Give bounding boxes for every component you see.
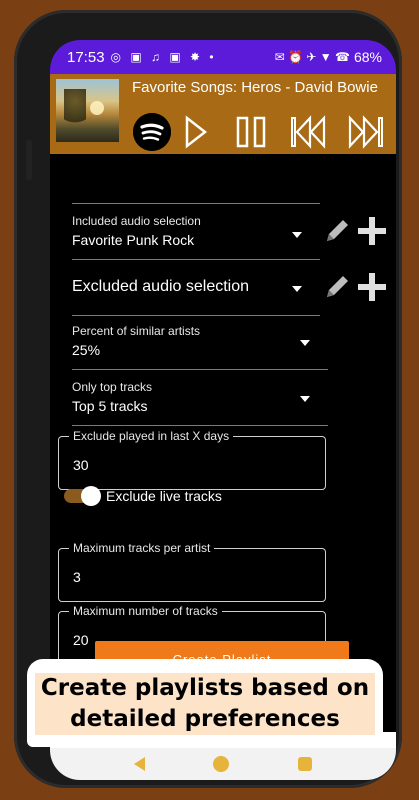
exclude-played-field[interactable]: Exclude played in last X days 30 xyxy=(58,429,326,490)
system-nav-bar xyxy=(50,748,396,780)
max-per-artist-field[interactable]: Maximum tracks per artist 3 xyxy=(58,541,326,602)
add-icon[interactable] xyxy=(357,216,387,251)
notification-icons: ◎ ▣ ♫ ▣ ✸ • xyxy=(110,50,217,64)
excluded-audio-select[interactable]: Excluded audio selection xyxy=(72,274,320,316)
included-audio-tools xyxy=(323,216,387,251)
side-button xyxy=(26,140,32,180)
pencil-icon[interactable] xyxy=(323,217,351,250)
status-time: 17:53 xyxy=(67,48,105,66)
exclude-played-value: 30 xyxy=(73,457,89,473)
exclude-live-label: Exclude live tracks xyxy=(106,488,222,504)
max-tracks-value: 20 xyxy=(73,632,89,648)
max-per-artist-value: 3 xyxy=(73,569,81,585)
chevron-down-icon xyxy=(300,396,310,402)
exclude-live-row: Exclude live tracks xyxy=(64,486,222,506)
back-icon[interactable] xyxy=(134,757,146,771)
included-audio-value: Favorite Punk Rock xyxy=(72,232,195,248)
similar-artists-label: Percent of similar artists xyxy=(72,324,201,338)
excluded-audio-value: Excluded audio selection xyxy=(72,278,250,295)
pencil-icon[interactable] xyxy=(323,273,351,306)
similar-artists-value: 25% xyxy=(72,342,101,358)
home-icon[interactable] xyxy=(213,756,230,772)
next-icon[interactable] xyxy=(347,114,385,150)
system-status-icons: ✉ ⏰ ✈ ▼ ☎ xyxy=(274,50,350,64)
battery-level: 68% xyxy=(353,49,382,65)
max-tracks-label: Maximum number of tracks xyxy=(69,604,222,618)
promo-caption: Create playlists based on detailed prefe… xyxy=(27,659,383,747)
add-icon[interactable] xyxy=(357,272,387,307)
top-tracks-select[interactable]: Only top tracks Top 5 tracks xyxy=(72,380,328,426)
exclude-played-label: Exclude played in last X days xyxy=(69,429,234,443)
top-tracks-value: Top 5 tracks xyxy=(72,398,148,414)
album-art[interactable] xyxy=(56,79,119,142)
included-audio-select[interactable]: Included audio selection Favorite Punk R… xyxy=(72,214,320,260)
top-tracks-label: Only top tracks xyxy=(72,380,153,394)
recent-apps-icon[interactable] xyxy=(297,757,312,771)
caption-text: Create playlists based on detailed prefe… xyxy=(40,675,370,732)
max-per-artist-label: Maximum tracks per artist xyxy=(69,541,215,555)
system-icons: ✉ ⏰ ✈ ▼ ☎ 68% xyxy=(275,49,382,65)
chevron-down-icon xyxy=(300,340,310,346)
excluded-audio-tools xyxy=(323,272,387,307)
exclude-live-toggle[interactable] xyxy=(64,486,101,506)
chevron-down-icon xyxy=(292,286,302,292)
song-title: Favorite Songs: Heros - David Bowie xyxy=(132,79,378,96)
status-bar: 17:53 ◎ ▣ ♫ ▣ ✸ • ✉ ⏰ ✈ ▼ ☎ 68% xyxy=(50,40,396,74)
included-audio-label: Included audio selection xyxy=(72,214,201,228)
chevron-down-icon xyxy=(292,232,302,238)
similar-artists-select[interactable]: Percent of similar artists 25% xyxy=(72,324,328,370)
previous-field xyxy=(72,140,320,204)
